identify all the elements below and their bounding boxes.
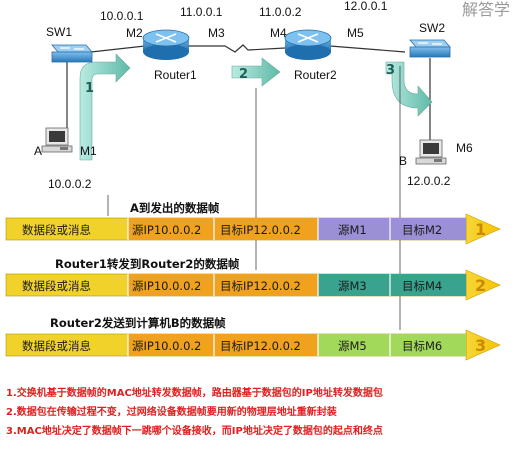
port-m6: M6: [456, 141, 473, 155]
frame-3-src-mac: 源M5: [338, 339, 367, 353]
frame-1-dst-ip: 目标IP12.0.0.2: [220, 223, 301, 237]
port-m4: M4: [270, 26, 287, 40]
note-1: 1.交换机基于数据帧的MAC地址转发数据帧，路由器基于数据包的IP地址转发数据包: [6, 388, 383, 399]
frame-1-caption: A到发出的数据帧: [130, 201, 220, 215]
frame-3: Router2发送到计算机B的数据帧 数据段或消息 源IP10.0.0.2 目标…: [5, 316, 501, 361]
frame-1-number: 1: [475, 220, 486, 239]
switch-sw2-icon: [409, 39, 451, 58]
router2-icon: [284, 29, 332, 60]
frame-2-src-ip: 源IP10.0.0.2: [132, 279, 201, 293]
ip-m2: 10.0.0.1: [100, 9, 144, 23]
step-number-2: 2: [239, 67, 248, 82]
frame-2-dst-mac: 目标M4: [402, 279, 442, 293]
step-number-3: 3: [386, 63, 395, 78]
frame-3-src-ip: 源IP10.0.0.2: [132, 339, 201, 353]
frame-3-payload: 数据段或消息: [22, 339, 91, 353]
computer-b-icon: [415, 139, 447, 165]
port-m3: M3: [208, 26, 225, 40]
step-number-1: 1: [85, 81, 94, 96]
port-m5: M5: [347, 26, 364, 40]
notes-list: 1.交换机基于数据帧的MAC地址转发数据帧，路由器基于数据包的IP地址转发数据包…: [6, 384, 506, 441]
frame-2-payload: 数据段或消息: [22, 279, 91, 293]
router2-label: Router2: [294, 68, 337, 82]
host-a-label: A: [34, 144, 42, 158]
frame-2-number: 2: [475, 276, 486, 295]
step-arrow-3: 3: [385, 61, 433, 117]
ip-m3: 11.0.0.1: [180, 5, 223, 19]
frame-2-caption: Router1转发到Router2的数据帧: [55, 257, 240, 271]
sw1-label: SW1: [46, 25, 72, 39]
frame-2-src-mac: 源M3: [338, 279, 367, 293]
switch-sw1-icon: [51, 44, 93, 63]
frame-1-src-ip: 源IP10.0.0.2: [132, 223, 201, 237]
frame-3-number: 3: [475, 336, 486, 355]
step-arrow-2: 2: [231, 57, 281, 87]
frame-2-dst-ip: 目标IP12.0.0.2: [220, 279, 301, 293]
note-3: 3.MAC地址决定了数据帧下一跳哪个设备接收，而IP地址决定了数据包的起点和终点: [6, 426, 383, 437]
note-2: 2.数据包在传输过程不变，过网络设备数据帧要用新的物理层地址重新封装: [6, 407, 337, 418]
router1-icon: [142, 29, 190, 60]
host-b-label: B: [399, 154, 407, 168]
ip-host-b: 12.0.0.2: [407, 174, 451, 188]
port-m2: M2: [126, 26, 143, 40]
router1-label: Router1: [154, 68, 197, 82]
frame-3-caption: Router2发送到计算机B的数据帧: [50, 316, 226, 330]
port-m1: M1: [80, 144, 97, 158]
computer-a-icon: [41, 127, 73, 153]
frame-1-src-mac: 源M1: [338, 223, 367, 237]
ip-m4: 11.0.0.2: [259, 5, 302, 19]
frame-1-dst-mac: 目标M2: [402, 223, 442, 237]
sw2-label: SW2: [419, 21, 445, 35]
network-diagram: 1 2 3 SW1 SW2 Router1 Router2 A B M2 M3 …: [5, 0, 501, 361]
frame-3-dst-mac: 目标M6: [402, 339, 442, 353]
frame-3-dst-ip: 目标IP12.0.0.2: [220, 339, 301, 353]
frame-1-payload: 数据段或消息: [22, 223, 91, 237]
ip-host-a: 10.0.0.2: [48, 177, 92, 191]
frame-2: Router1转发到Router2的数据帧 数据段或消息 源IP10.0.0.2…: [5, 257, 501, 301]
ip-m5: 12.0.0.1: [344, 0, 388, 13]
frame-1: A到发出的数据帧 数据段或消息 源IP10.0.0.2 目标IP12.0.0.2…: [5, 201, 501, 245]
